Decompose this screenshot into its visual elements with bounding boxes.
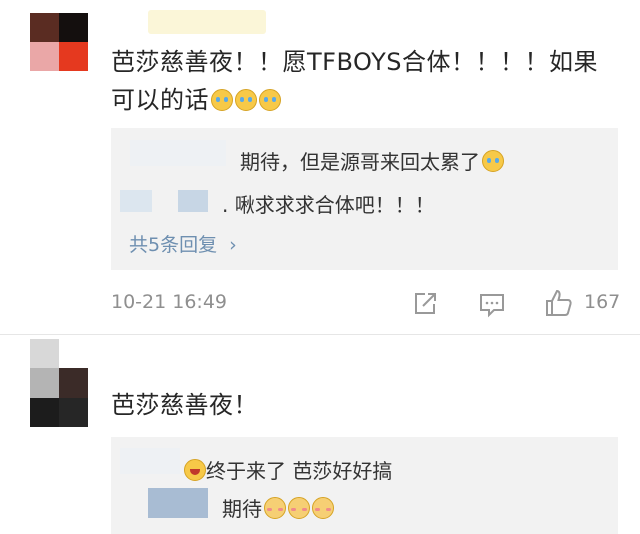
timestamp: 10-21 16:49 — [111, 291, 228, 313]
reply-text: 期待，但是源哥来回太累了 — [240, 150, 480, 174]
shy-emoji-icon — [264, 497, 286, 519]
reply-item[interactable]: . 啾求求求合体吧！！！ — [222, 189, 435, 218]
comment-text: 芭莎慈善夜！！愿TFBOYS合体！！！！如果可以的话 — [111, 43, 616, 119]
cry-emoji-icon — [235, 89, 257, 111]
cry-emoji-icon — [211, 89, 233, 111]
username-redacted — [148, 10, 266, 34]
shy-emoji-icon — [312, 497, 334, 519]
comment-divider — [0, 334, 640, 335]
reply-username-redacted — [148, 488, 208, 518]
reply-item[interactable]: 终于来了 芭莎好好搞 — [182, 455, 392, 484]
like-count: 167 — [584, 291, 621, 313]
comment-icon[interactable] — [478, 292, 506, 318]
comment-text: 芭莎慈善夜！ — [111, 391, 258, 419]
laugh-emoji-icon — [184, 459, 206, 481]
chevron-right-icon: › — [229, 234, 237, 256]
shy-emoji-icon — [288, 497, 310, 519]
reply-username-redacted — [130, 140, 226, 166]
view-more-replies-link[interactable]: 共5条回复 › — [129, 230, 237, 257]
reply-username-redacted — [120, 448, 180, 474]
avatar[interactable] — [30, 13, 88, 71]
reply-username-redacted — [178, 190, 208, 212]
cry-emoji-icon — [259, 89, 281, 111]
reply-text: 终于来了 芭莎好好搞 — [206, 459, 393, 483]
cry-emoji-icon — [482, 150, 504, 172]
replies-panel — [111, 437, 618, 534]
reply-item[interactable]: 期待 — [222, 493, 334, 522]
avatar[interactable] — [30, 339, 88, 427]
reply-text: 期待 — [222, 497, 262, 521]
comment-body: 芭莎慈善夜！！愿TFBOYS合体！！！！如果可以的话 — [111, 48, 598, 114]
like-icon[interactable] — [544, 288, 574, 318]
reply-item[interactable]: 期待，但是源哥来回太累了 — [240, 146, 504, 175]
reply-text: . 啾求求求合体吧！！！ — [222, 193, 435, 217]
share-icon[interactable] — [412, 291, 438, 317]
reply-username-redacted — [120, 190, 152, 212]
